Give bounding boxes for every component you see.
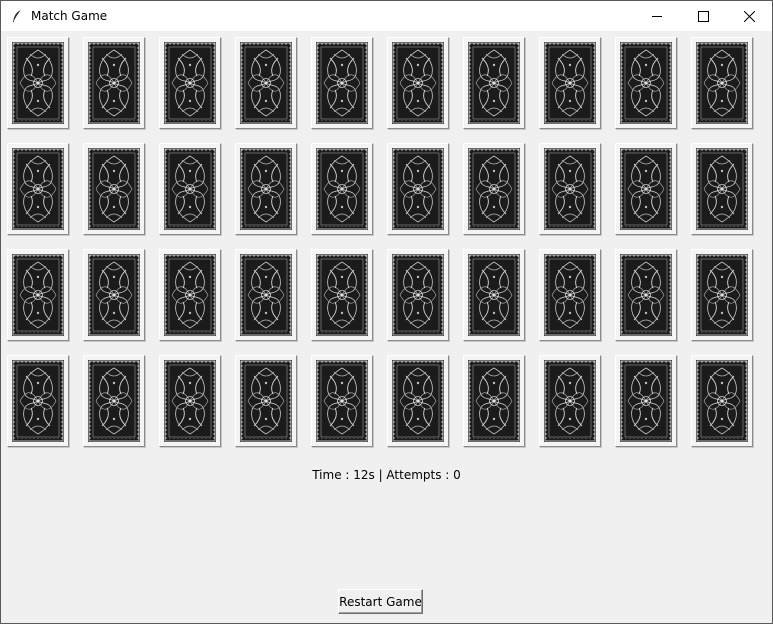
card-r2-c8[interactable] [539, 143, 601, 235]
card-r1-c7[interactable] [463, 37, 525, 129]
card-back-pattern-icon [88, 254, 140, 336]
card-r3-c6[interactable] [387, 249, 449, 341]
card-r1-c9[interactable] [615, 37, 677, 129]
window-controls [634, 1, 772, 31]
card-back-pattern-icon [544, 148, 596, 230]
title-bar[interactable]: Match Game [1, 1, 772, 31]
card-r4-c3[interactable] [159, 355, 221, 447]
card-back-pattern-icon [620, 148, 672, 230]
card-r3-c1[interactable] [7, 249, 69, 341]
card-back-pattern-icon [468, 148, 520, 230]
minimize-icon [651, 7, 663, 26]
card-r2-c2[interactable] [83, 143, 145, 235]
card-back-pattern-icon [88, 148, 140, 230]
card-r3-c10[interactable] [691, 249, 753, 341]
card-back-pattern-icon [240, 360, 292, 442]
card-back-pattern-icon [468, 360, 520, 442]
card-r3-c5[interactable] [311, 249, 373, 341]
card-r4-c5[interactable] [311, 355, 373, 447]
card-back-pattern-icon [544, 254, 596, 336]
card-r2-c7[interactable] [463, 143, 525, 235]
card-r4-c6[interactable] [387, 355, 449, 447]
card-r2-c6[interactable] [387, 143, 449, 235]
card-back-pattern-icon [316, 254, 368, 336]
card-r1-c4[interactable] [235, 37, 297, 129]
card-back-pattern-icon [164, 148, 216, 230]
card-r2-c1[interactable] [7, 143, 69, 235]
card-back-pattern-icon [316, 148, 368, 230]
card-back-pattern-icon [696, 254, 748, 336]
card-r2-c4[interactable] [235, 143, 297, 235]
minimize-button[interactable] [634, 1, 680, 31]
card-back-pattern-icon [392, 148, 444, 230]
card-back-pattern-icon [12, 148, 64, 230]
card-r1-c8[interactable] [539, 37, 601, 129]
card-r2-c10[interactable] [691, 143, 753, 235]
card-r2-c9[interactable] [615, 143, 677, 235]
card-back-pattern-icon [164, 360, 216, 442]
card-back-pattern-icon [620, 254, 672, 336]
status-label: Time : 12s | Attempts : 0 [312, 468, 461, 482]
card-r3-c9[interactable] [615, 249, 677, 341]
card-back-pattern-icon [316, 42, 368, 124]
card-back-pattern-icon [620, 360, 672, 442]
card-r3-c8[interactable] [539, 249, 601, 341]
card-r4-c8[interactable] [539, 355, 601, 447]
card-r3-c2[interactable] [83, 249, 145, 341]
card-back-pattern-icon [696, 148, 748, 230]
card-back-pattern-icon [392, 360, 444, 442]
card-back-pattern-icon [696, 360, 748, 442]
card-back-pattern-icon [392, 254, 444, 336]
card-back-pattern-icon [88, 42, 140, 124]
card-r2-c3[interactable] [159, 143, 221, 235]
card-back-pattern-icon [468, 254, 520, 336]
card-r4-c2[interactable] [83, 355, 145, 447]
card-r1-c6[interactable] [387, 37, 449, 129]
card-r4-c10[interactable] [691, 355, 753, 447]
close-button[interactable] [726, 1, 772, 31]
card-r3-c7[interactable] [463, 249, 525, 341]
card-r3-c3[interactable] [159, 249, 221, 341]
maximize-button[interactable] [680, 1, 726, 31]
card-r1-c1[interactable] [7, 37, 69, 129]
maximize-icon [697, 7, 709, 26]
card-back-pattern-icon [240, 148, 292, 230]
card-back-pattern-icon [544, 360, 596, 442]
card-r4-c4[interactable] [235, 355, 297, 447]
card-back-pattern-icon [620, 42, 672, 124]
card-back-pattern-icon [12, 42, 64, 124]
card-r1-c3[interactable] [159, 37, 221, 129]
card-back-pattern-icon [468, 42, 520, 124]
card-back-pattern-icon [12, 254, 64, 336]
card-r4-c7[interactable] [463, 355, 525, 447]
card-back-pattern-icon [240, 254, 292, 336]
card-back-pattern-icon [316, 360, 368, 442]
card-r1-c10[interactable] [691, 37, 753, 129]
card-r1-c5[interactable] [311, 37, 373, 129]
window-title: Match Game [31, 9, 108, 23]
feather-icon [10, 9, 24, 23]
restart-game-button[interactable]: Restart Game [338, 589, 423, 614]
card-back-pattern-icon [240, 42, 292, 124]
card-back-pattern-icon [12, 360, 64, 442]
card-back-pattern-icon [392, 42, 444, 124]
match-game-window: Match Game Time : 12s | Attempts : 0 Res… [0, 0, 773, 624]
card-back-pattern-icon [544, 42, 596, 124]
card-back-pattern-icon [164, 42, 216, 124]
card-back-pattern-icon [88, 360, 140, 442]
card-r3-c4[interactable] [235, 249, 297, 341]
card-r2-c5[interactable] [311, 143, 373, 235]
card-back-pattern-icon [164, 254, 216, 336]
close-icon [743, 7, 755, 26]
card-back-pattern-icon [696, 42, 748, 124]
card-r4-c9[interactable] [615, 355, 677, 447]
card-r4-c1[interactable] [7, 355, 69, 447]
card-r1-c2[interactable] [83, 37, 145, 129]
